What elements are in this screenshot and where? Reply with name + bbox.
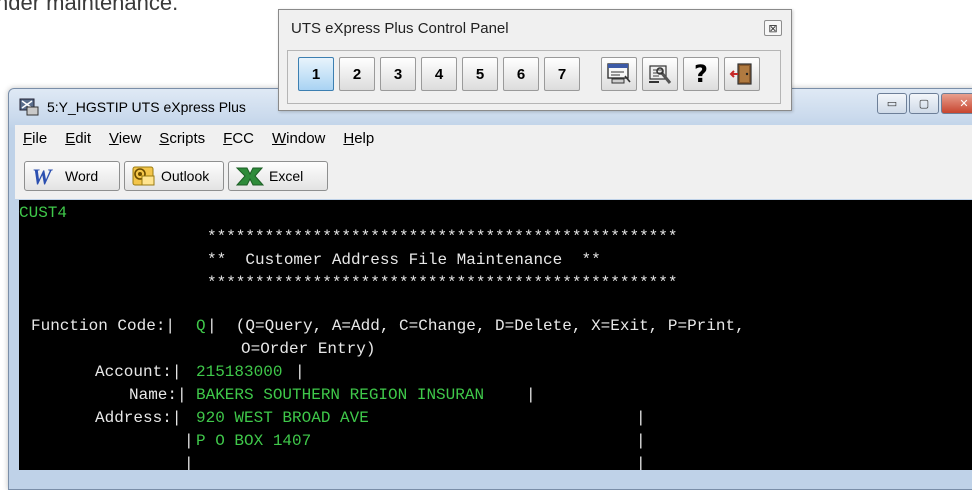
- menu-window-label: indow: [286, 129, 326, 147]
- session-2-button[interactable]: 2: [339, 57, 375, 91]
- account-field-end: |: [295, 363, 305, 381]
- outlook-icon: [132, 166, 155, 186]
- address-line2-start: |: [184, 432, 194, 450]
- svg-text:W: W: [32, 165, 53, 187]
- menu-fcc-label: CC: [232, 129, 254, 147]
- exit-door-icon: [729, 63, 752, 85]
- exit-button[interactable]: [724, 57, 760, 91]
- function-code-field[interactable]: Q: [196, 317, 206, 335]
- menu-view-label: iew: [118, 129, 142, 147]
- toolbar: W Word Outlook Excel: [15, 151, 972, 199]
- session-5-button[interactable]: 5: [462, 57, 498, 91]
- menu-view[interactable]: View: [109, 130, 141, 147]
- menu-edit-mnemonic: E: [65, 129, 76, 147]
- menu-scripts-label: cripts: [169, 129, 206, 147]
- control-panel-close-button[interactable]: ⊠: [764, 20, 782, 36]
- address-line1-field[interactable]: 920 WEST BROAD AVE: [196, 409, 369, 427]
- help-button[interactable]: ?: [683, 57, 719, 91]
- screen-id: CUST4: [19, 204, 68, 222]
- address-line1-end: |: [636, 409, 646, 427]
- excel-button[interactable]: Excel: [228, 161, 328, 191]
- name-field[interactable]: BAKERS SOUTHERN REGION INSURAN: [196, 386, 484, 404]
- control-panel-window: UTS eXpress Plus Control Panel ⊠ 1 2 3 4…: [278, 9, 792, 111]
- word-button-label: Word: [65, 168, 99, 184]
- settings-tools-icon: [649, 65, 672, 84]
- session-6-button[interactable]: 6: [503, 57, 539, 91]
- menu-file-label: ile: [32, 129, 48, 147]
- outlook-button[interactable]: Outlook: [124, 161, 224, 191]
- uts-app-icon: [19, 98, 39, 116]
- maximize-button[interactable]: ▢: [909, 93, 939, 114]
- menu-edit[interactable]: Edit: [65, 130, 91, 147]
- word-button[interactable]: W Word: [24, 161, 120, 191]
- background-document-text: nder maintenance.: [0, 0, 179, 15]
- session-4-button[interactable]: 4: [421, 57, 457, 91]
- address-label: Address:|: [95, 409, 182, 427]
- menu-view-mnemonic: V: [109, 129, 119, 147]
- session-3-button[interactable]: 3: [380, 57, 416, 91]
- menu-help[interactable]: Help: [343, 130, 374, 147]
- window-title: 5:Y_HGSTIP UTS eXpress Plus: [47, 99, 246, 115]
- terminal-screen[interactable]: CUST4 **********************************…: [19, 200, 972, 470]
- menu-fcc-mnemonic: F: [223, 129, 233, 147]
- banner-title: ** Customer Address File Maintenance **: [207, 251, 601, 269]
- menu-scripts[interactable]: Scripts: [159, 130, 205, 147]
- control-panel-button-bar: 1 2 3 4 5 6 7 ?: [287, 50, 781, 104]
- menu-help-label: elp: [354, 129, 375, 147]
- excel-icon: [235, 167, 265, 186]
- function-code-help-2: O=Order Entry): [241, 340, 376, 358]
- function-code-label: Function Code:|: [31, 317, 176, 335]
- session-screen-button[interactable]: [601, 57, 637, 91]
- word-icon: W: [32, 165, 53, 187]
- account-label: Account:|: [95, 363, 182, 381]
- account-field[interactable]: 215183000: [196, 363, 282, 381]
- menu-bar: File Edit View Scripts FCC Window Help: [15, 125, 972, 151]
- menu-file-mnemonic: F: [23, 129, 33, 147]
- address-line2-end: |: [636, 432, 646, 450]
- menu-edit-label: dit: [75, 129, 92, 147]
- session-screen-icon: [607, 63, 631, 84]
- menu-fcc[interactable]: FCC: [223, 130, 254, 147]
- banner-stars-top: ****************************************…: [207, 228, 678, 246]
- address-line3-end: |: [636, 455, 646, 470]
- session-1-button[interactable]: 1: [298, 57, 334, 91]
- function-code-help: | (Q=Query, A=Add, C=Change, D=Delete, X…: [207, 317, 745, 335]
- name-field-end: |: [526, 386, 536, 404]
- excel-button-label: Excel: [269, 168, 304, 184]
- outlook-button-label: Outlook: [161, 168, 210, 184]
- menu-file[interactable]: File: [23, 130, 47, 147]
- session-7-button[interactable]: 7: [544, 57, 580, 91]
- settings-tools-button[interactable]: [642, 57, 678, 91]
- address-line3-start: |: [184, 455, 194, 470]
- control-panel-title: UTS eXpress Plus Control Panel: [291, 20, 509, 37]
- menu-help-mnemonic: H: [343, 129, 355, 147]
- banner-stars-bottom: ****************************************…: [207, 274, 678, 292]
- name-label: Name:|: [129, 386, 187, 404]
- window-controls: ▭ ▢ ✕: [877, 93, 972, 114]
- menu-scripts-mnemonic: S: [159, 129, 170, 147]
- address-line2-field[interactable]: P O BOX 1407: [196, 432, 311, 450]
- minimize-button[interactable]: ▭: [877, 93, 907, 114]
- menu-window-mnemonic: W: [272, 129, 287, 147]
- help-icon: ?: [694, 60, 708, 88]
- close-button[interactable]: ✕: [941, 93, 972, 114]
- menu-window[interactable]: Window: [272, 130, 325, 147]
